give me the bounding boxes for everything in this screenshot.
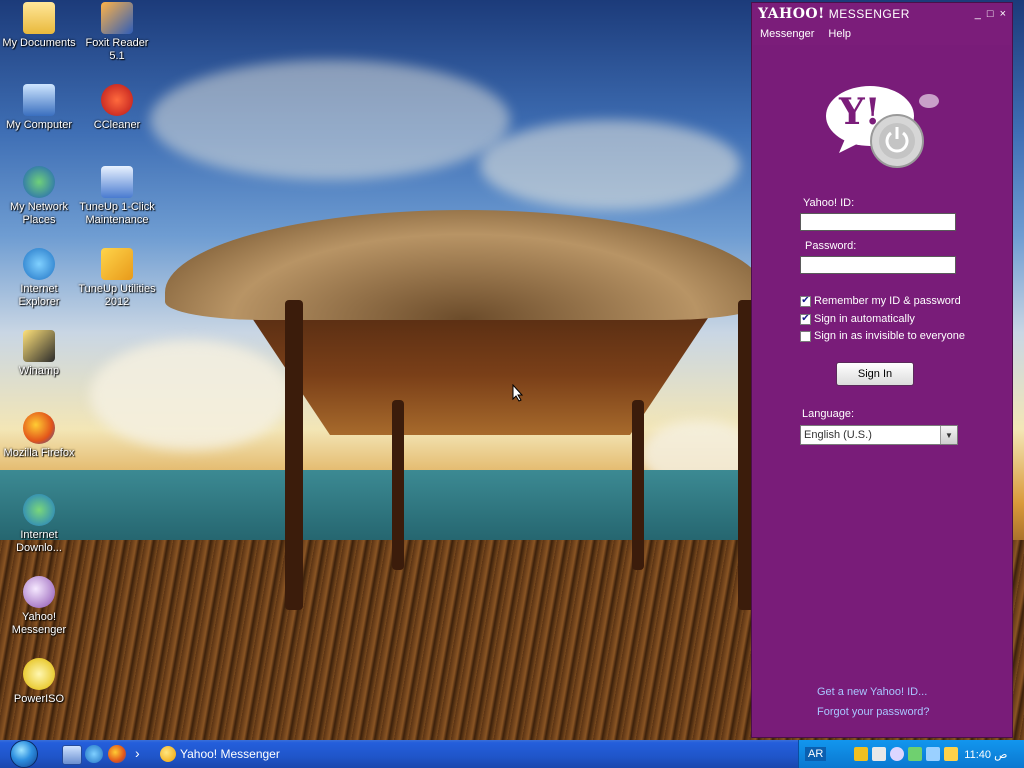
computer-icon xyxy=(23,84,55,116)
desktop-icon-internet-explorer[interactable]: Internet Explorer xyxy=(0,248,78,309)
menu-messenger[interactable]: Messenger xyxy=(760,28,814,40)
yahoo-messenger-window: YAHOO! MESSENGER _ □ × Messenger Help Y!… xyxy=(751,2,1013,738)
firefox-icon[interactable] xyxy=(108,745,126,763)
taskbar: › Yahoo! Messenger AR 11:40 ص xyxy=(0,740,1024,768)
menu-bar: Messenger Help xyxy=(752,25,1012,43)
get-new-id-link[interactable]: Get a new Yahoo! ID... xyxy=(817,686,927,698)
checkbox-icon: ✔ xyxy=(800,313,811,325)
network-places-icon xyxy=(23,166,55,198)
taskbar-yahoo-messenger-button[interactable]: Yahoo! Messenger xyxy=(156,742,330,766)
maximize-button[interactable]: □ xyxy=(987,8,994,20)
desktop-icon-label: My Network Places xyxy=(9,201,69,226)
yahoo-id-input[interactable] xyxy=(800,213,956,231)
remember-id-checkbox[interactable]: ✔ Remember my ID & password xyxy=(800,295,961,307)
tray-app-icon[interactable] xyxy=(908,747,923,761)
yahoo-messenger-icon xyxy=(23,576,55,608)
desktop-icon-winamp[interactable]: Winamp xyxy=(0,330,78,378)
menu-help[interactable]: Help xyxy=(828,28,851,40)
tuneup-utilities-icon xyxy=(101,248,133,280)
desktop-icon-label: Internet Explorer xyxy=(18,283,60,308)
yahoo-id-label: Yahoo! ID: xyxy=(803,197,855,209)
show-desktop-icon[interactable] xyxy=(62,745,82,765)
desktop-icon-poweriso[interactable]: PowerISO xyxy=(0,658,78,706)
minimize-button[interactable]: _ xyxy=(975,8,981,20)
ccleaner-icon xyxy=(101,84,133,116)
winamp-icon xyxy=(23,330,55,362)
desktop-icon-internet-download-manager[interactable]: Internet Downlo... xyxy=(0,494,78,555)
firefox-icon xyxy=(23,412,55,444)
system-tray: AR 11:40 ص xyxy=(798,740,1024,768)
clock[interactable]: 11:40 ص xyxy=(964,748,1007,761)
sign-in-invisible-label: Sign in as invisible to everyone xyxy=(814,330,966,342)
desktop-icon-computer[interactable]: My Computer xyxy=(0,84,78,132)
desktop-icon-label: Yahoo! Messenger xyxy=(11,611,67,636)
close-button[interactable]: × xyxy=(1000,8,1006,20)
checkbox-icon xyxy=(800,330,811,342)
desktop-icon-label: Internet Downlo... xyxy=(16,529,62,554)
desktop-icon-tuneup-maintenance[interactable]: TuneUp 1-Click Maintenance xyxy=(78,166,156,227)
poweriso-icon xyxy=(23,658,55,690)
speaker-icon[interactable] xyxy=(872,747,887,761)
desktop-icon-folder-documents[interactable]: My Documents xyxy=(0,2,78,50)
desktop-icon-network-places[interactable]: My Network Places xyxy=(0,166,78,227)
folder-documents-icon xyxy=(23,2,55,34)
desktop-icon-label: My Computer xyxy=(5,119,73,131)
tray-shield-icon[interactable] xyxy=(926,747,941,761)
windows-logo-icon xyxy=(10,740,38,768)
checkbox-icon: ✔ xyxy=(800,295,811,307)
tray-wand-icon[interactable] xyxy=(944,747,959,761)
logo-text: Y! xyxy=(839,91,881,133)
tuneup-maintenance-icon xyxy=(101,166,133,198)
mouse-cursor-icon xyxy=(512,383,524,405)
desktop-icon-label: Mozilla Firefox xyxy=(3,447,75,459)
internet-download-manager-icon xyxy=(23,494,55,526)
desktop-icon-label: TuneUp Utilities 2012 xyxy=(78,283,156,308)
title-product: MESSENGER xyxy=(828,7,910,21)
desktop-icon-label: Foxit Reader 5.1 xyxy=(85,37,149,62)
quick-launch-expand[interactable]: › xyxy=(135,745,140,761)
forgot-password-link[interactable]: Forgot your password? xyxy=(817,706,930,718)
password-input[interactable] xyxy=(800,256,956,274)
title-brand: YAHOO! xyxy=(758,6,825,22)
desktop-icon-label: PowerISO xyxy=(13,693,65,705)
desktop-icon-firefox[interactable]: Mozilla Firefox xyxy=(0,412,78,460)
sign-in-automatically-checkbox[interactable]: ✔ Sign in automatically xyxy=(800,313,915,325)
tray-yahoo-icon[interactable] xyxy=(890,747,905,761)
desktop-icon-ccleaner[interactable]: CCleaner xyxy=(78,84,156,132)
desktop-icon-yahoo-messenger[interactable]: Yahoo! Messenger xyxy=(0,576,78,637)
sign-in-button[interactable]: Sign In xyxy=(836,362,914,386)
desktop-icon-foxit-reader[interactable]: Foxit Reader 5.1 xyxy=(78,2,156,63)
language-indicator[interactable]: AR xyxy=(805,747,827,761)
foxit-reader-icon xyxy=(101,2,133,34)
task-label: Yahoo! Messenger xyxy=(180,747,280,761)
yahoo-smiley-icon xyxy=(160,746,176,762)
sign-in-invisible-checkbox[interactable]: Sign in as invisible to everyone xyxy=(800,330,965,342)
internet-explorer-icon xyxy=(23,248,55,280)
desktop-icon-label: CCleaner xyxy=(93,119,141,131)
desktop-icon-label: TuneUp 1-Click Maintenance xyxy=(79,201,155,226)
desktop-icon-tuneup-utilities[interactable]: TuneUp Utilities 2012 xyxy=(78,248,156,309)
remember-id-label: Remember my ID & password xyxy=(814,295,961,307)
tray-network-icon[interactable] xyxy=(854,747,869,761)
sign-in-automatically-label: Sign in automatically xyxy=(814,313,915,325)
desktop-icon-label: Winamp xyxy=(18,365,60,377)
desktop-icon-label: My Documents xyxy=(2,37,76,49)
internet-explorer-icon[interactable] xyxy=(85,745,103,763)
language-select[interactable]: English (U.S.) ▼ xyxy=(800,425,958,445)
chevron-down-icon[interactable]: ▼ xyxy=(940,426,957,444)
password-label: Password: xyxy=(805,240,857,252)
window-titlebar[interactable]: YAHOO! MESSENGER _ □ × xyxy=(752,3,1012,25)
start-button[interactable] xyxy=(0,740,48,768)
login-pane: Y! Yahoo! ID: Password: ✔ Remember my ID… xyxy=(753,45,1011,737)
language-label: Language: xyxy=(802,408,854,420)
yahoo-messenger-logo: Y! xyxy=(825,83,943,173)
language-value: English (U.S.) xyxy=(804,429,872,441)
